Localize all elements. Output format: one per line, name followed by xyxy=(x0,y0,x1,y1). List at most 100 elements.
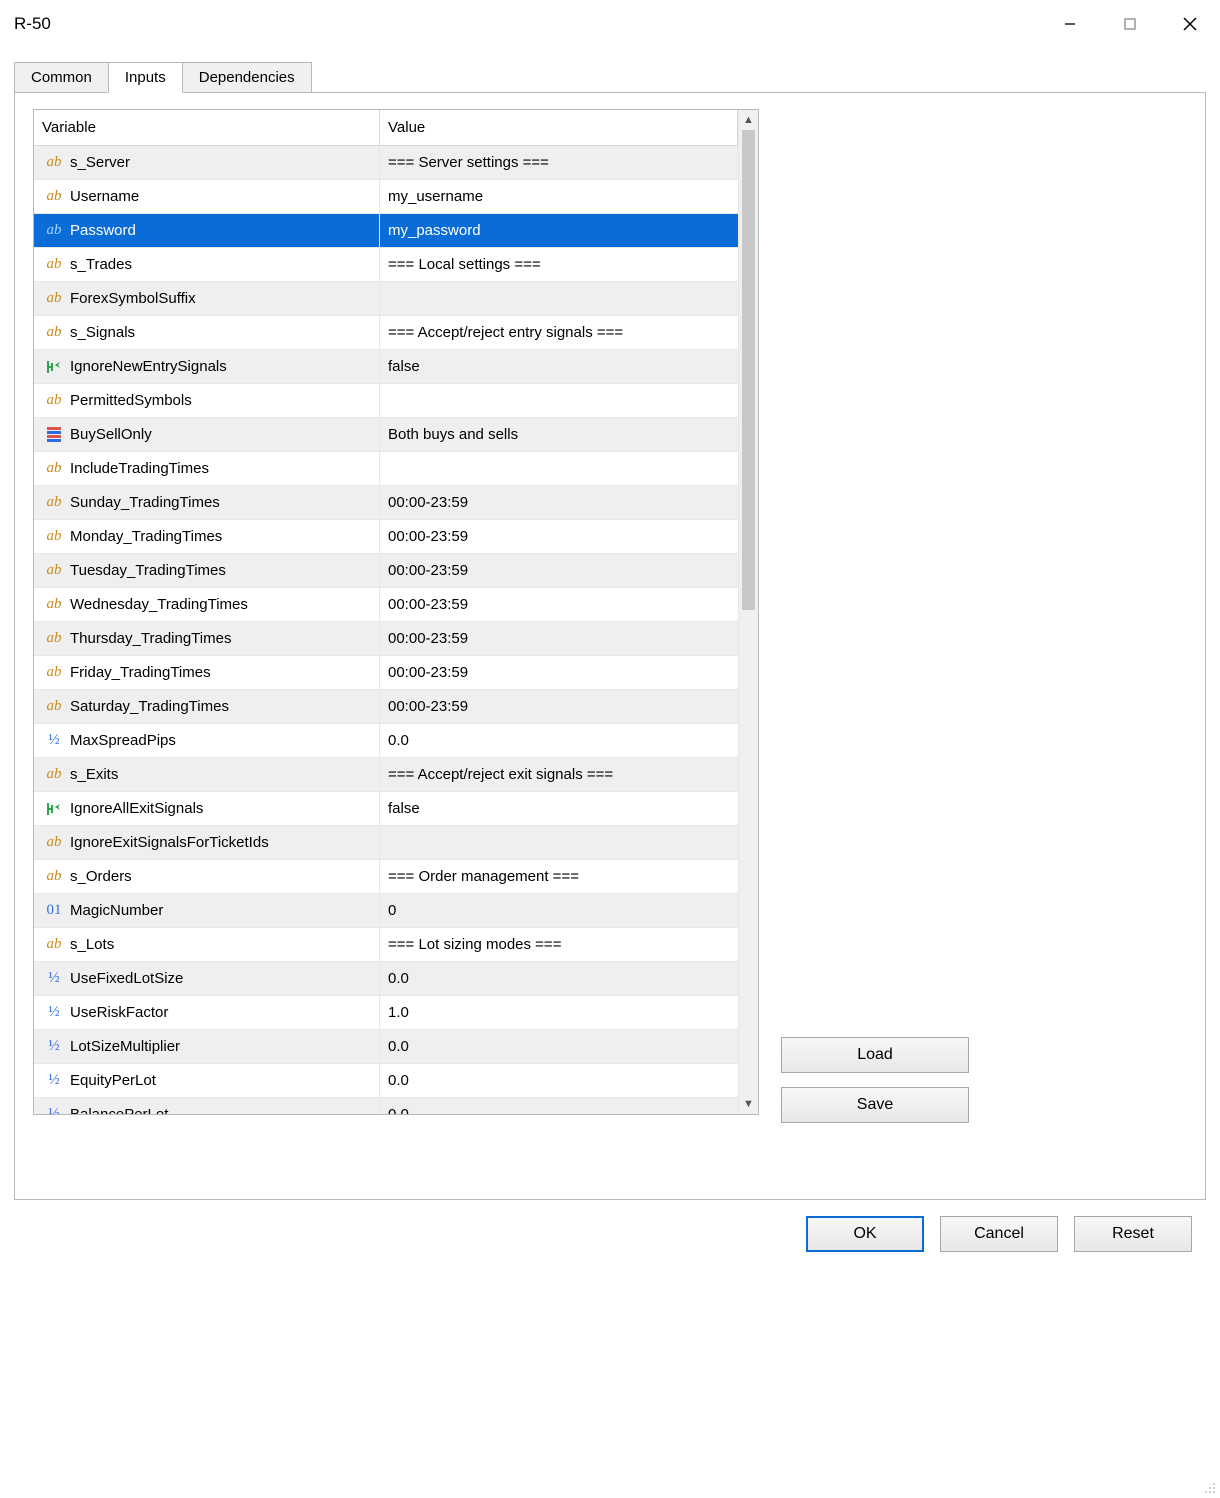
variable-name: s_Signals xyxy=(70,324,135,341)
string-type-icon: ab xyxy=(42,528,66,545)
ok-button[interactable]: OK xyxy=(806,1216,924,1252)
value-text: 0.0 xyxy=(388,970,409,987)
table-row[interactable]: abThursday_TradingTimes00:00-23:59 xyxy=(34,622,738,656)
table-row[interactable]: abs_Server=== Server settings === xyxy=(34,146,738,180)
value-cell[interactable]: 0.0 xyxy=(380,962,738,995)
value-cell[interactable] xyxy=(380,384,738,417)
load-button[interactable]: Load xyxy=(781,1037,969,1073)
value-cell[interactable]: 00:00-23:59 xyxy=(380,554,738,587)
variable-cell: abs_Trades xyxy=(34,248,380,281)
variable-name: s_Lots xyxy=(70,936,114,953)
value-cell[interactable]: === Accept/reject exit signals === xyxy=(380,758,738,791)
value-cell[interactable]: 0.0 xyxy=(380,724,738,757)
resize-grip[interactable] xyxy=(1200,1478,1216,1494)
value-cell[interactable] xyxy=(380,452,738,485)
value-cell[interactable]: === Server settings === xyxy=(380,146,738,179)
table-row[interactable]: ½MaxSpreadPips0.0 xyxy=(34,724,738,758)
value-cell[interactable]: 00:00-23:59 xyxy=(380,690,738,723)
value-cell[interactable]: === Accept/reject entry signals === xyxy=(380,316,738,349)
value-cell[interactable]: my_password xyxy=(380,214,738,247)
string-type-icon: ab xyxy=(42,392,66,409)
double-type-icon: ½ xyxy=(42,1004,66,1021)
scroll-track[interactable] xyxy=(739,130,758,1094)
variable-name: MaxSpreadPips xyxy=(70,732,176,749)
variable-cell: abIncludeTradingTimes xyxy=(34,452,380,485)
table-row[interactable]: abMonday_TradingTimes00:00-23:59 xyxy=(34,520,738,554)
table-row[interactable]: abFriday_TradingTimes00:00-23:59 xyxy=(34,656,738,690)
variable-name: s_Orders xyxy=(70,868,132,885)
save-button[interactable]: Save xyxy=(781,1087,969,1123)
table-row[interactable]: abs_Signals=== Accept/reject entry signa… xyxy=(34,316,738,350)
string-type-icon: ab xyxy=(42,596,66,613)
table-row[interactable]: abs_Trades=== Local settings === xyxy=(34,248,738,282)
table-row[interactable]: IgnoreAllExitSignalsfalse xyxy=(34,792,738,826)
value-cell[interactable]: 00:00-23:59 xyxy=(380,622,738,655)
vertical-scrollbar[interactable]: ▲ ▼ xyxy=(738,110,758,1114)
string-type-icon: ab xyxy=(42,188,66,205)
value-cell[interactable]: 0.0 xyxy=(380,1030,738,1063)
value-text: 00:00-23:59 xyxy=(388,528,468,545)
minimize-button[interactable] xyxy=(1040,0,1100,48)
reset-button[interactable]: Reset xyxy=(1074,1216,1192,1252)
table-row[interactable]: ½LotSizeMultiplier0.0 xyxy=(34,1030,738,1064)
table-row[interactable]: 01MagicNumber0 xyxy=(34,894,738,928)
value-cell[interactable]: Both buys and sells xyxy=(380,418,738,451)
value-cell[interactable] xyxy=(380,282,738,315)
value-cell[interactable]: 00:00-23:59 xyxy=(380,588,738,621)
table-row[interactable]: abs_Exits=== Accept/reject exit signals … xyxy=(34,758,738,792)
variable-cell: ½UseFixedLotSize xyxy=(34,962,380,995)
scroll-up-arrow[interactable]: ▲ xyxy=(739,110,758,130)
table-row[interactable]: abSunday_TradingTimes00:00-23:59 xyxy=(34,486,738,520)
value-cell[interactable]: 0 xyxy=(380,894,738,927)
scroll-thumb[interactable] xyxy=(742,130,755,610)
table-row[interactable]: abPermittedSymbols xyxy=(34,384,738,418)
table-row[interactable]: abIncludeTradingTimes xyxy=(34,452,738,486)
value-cell[interactable]: 00:00-23:59 xyxy=(380,656,738,689)
tab-panel: Variable Value abs_Server=== Server sett… xyxy=(14,92,1206,1200)
tab-common[interactable]: Common xyxy=(14,62,109,93)
scroll-down-arrow[interactable]: ▼ xyxy=(739,1094,758,1114)
value-cell[interactable] xyxy=(380,826,738,859)
table-row[interactable]: abs_Orders=== Order management === xyxy=(34,860,738,894)
value-cell[interactable]: === Order management === xyxy=(380,860,738,893)
cancel-button[interactable]: Cancel xyxy=(940,1216,1058,1252)
table-row[interactable]: ½EquityPerLot0.0 xyxy=(34,1064,738,1098)
value-cell[interactable]: 0.0 xyxy=(380,1064,738,1097)
table-header: Variable Value xyxy=(34,110,738,146)
variable-name: EquityPerLot xyxy=(70,1072,156,1089)
variable-name: IncludeTradingTimes xyxy=(70,460,209,477)
value-cell[interactable]: 00:00-23:59 xyxy=(380,486,738,519)
value-cell[interactable]: 1.0 xyxy=(380,996,738,1029)
table-row[interactable]: abUsernamemy_username xyxy=(34,180,738,214)
value-cell[interactable]: false xyxy=(380,350,738,383)
variable-cell: abs_Lots xyxy=(34,928,380,961)
table-row[interactable]: ½UseRiskFactor1.0 xyxy=(34,996,738,1030)
table-row[interactable]: abTuesday_TradingTimes00:00-23:59 xyxy=(34,554,738,588)
value-cell[interactable]: false xyxy=(380,792,738,825)
column-header-value[interactable]: Value xyxy=(380,110,738,145)
table-row[interactable]: IgnoreNewEntrySignalsfalse xyxy=(34,350,738,384)
maximize-button[interactable] xyxy=(1100,0,1160,48)
table-row[interactable]: ½UseFixedLotSize 0.0 xyxy=(34,962,738,996)
value-cell[interactable]: === Lot sizing modes === xyxy=(380,928,738,961)
table-row[interactable]: ½BalancePerLot0.0 xyxy=(34,1098,738,1114)
table-row[interactable]: abPasswordmy_password xyxy=(34,214,738,248)
string-type-icon: ab xyxy=(42,936,66,953)
table-row[interactable]: abIgnoreExitSignalsForTicketIds xyxy=(34,826,738,860)
variable-cell: abSunday_TradingTimes xyxy=(34,486,380,519)
column-header-variable[interactable]: Variable xyxy=(34,110,380,145)
variable-name: Tuesday_TradingTimes xyxy=(70,562,226,579)
table-row[interactable]: abWednesday_TradingTimes00:00-23:59 xyxy=(34,588,738,622)
close-button[interactable] xyxy=(1160,0,1220,48)
value-cell[interactable]: 00:00-23:59 xyxy=(380,520,738,553)
table-row[interactable]: abForexSymbolSuffix xyxy=(34,282,738,316)
table-row[interactable]: BuySellOnlyBoth buys and sells xyxy=(34,418,738,452)
table-row[interactable]: abSaturday_TradingTimes00:00-23:59 xyxy=(34,690,738,724)
value-cell[interactable]: 0.0 xyxy=(380,1098,738,1114)
value-cell[interactable]: my_username xyxy=(380,180,738,213)
tab-dependencies[interactable]: Dependencies xyxy=(182,62,312,93)
value-cell[interactable]: === Local settings === xyxy=(380,248,738,281)
table-row[interactable]: abs_Lots=== Lot sizing modes === xyxy=(34,928,738,962)
tab-inputs[interactable]: Inputs xyxy=(108,62,183,93)
int-type-icon: 01 xyxy=(42,902,66,919)
